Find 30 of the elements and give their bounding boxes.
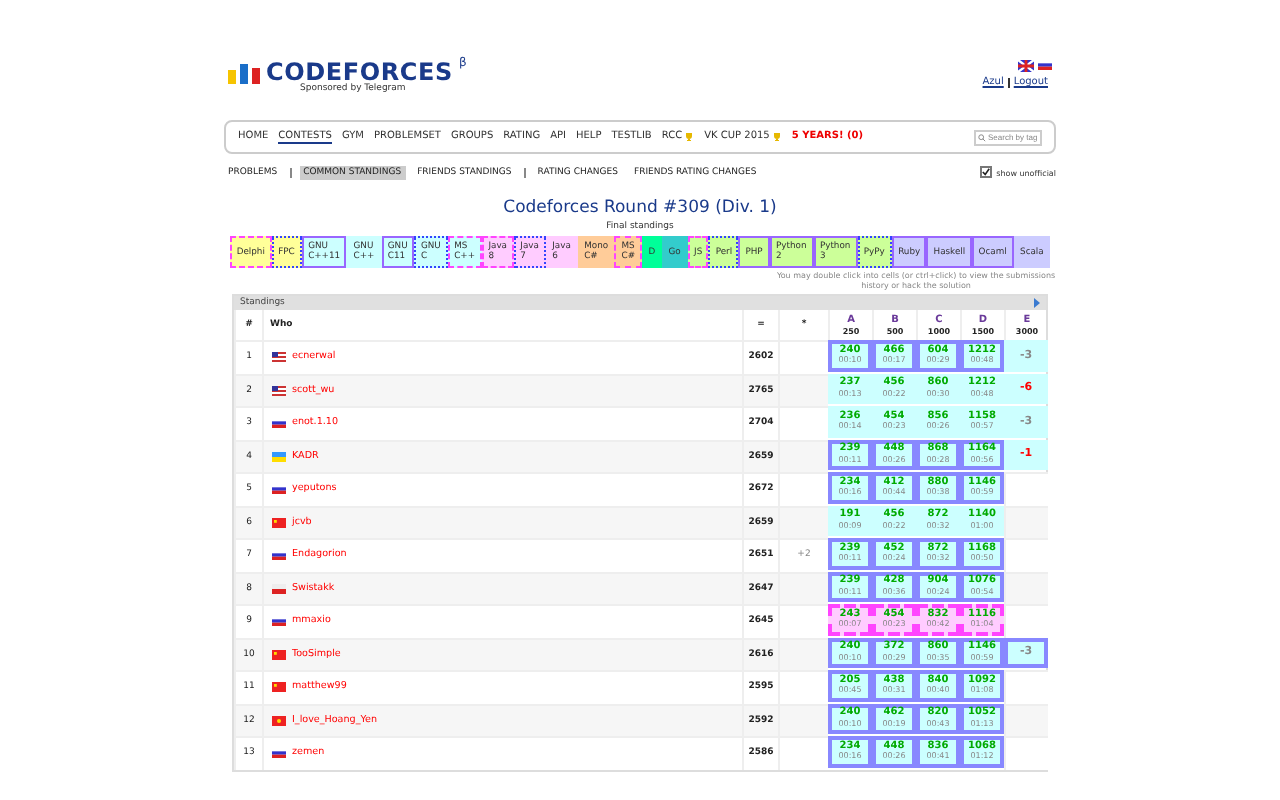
flag-icon[interactable] xyxy=(1018,60,1034,72)
table-cell xyxy=(1004,670,1048,704)
flag-icon xyxy=(1038,60,1052,70)
check-icon xyxy=(982,168,991,176)
search-icon xyxy=(978,133,986,141)
hacks-cell xyxy=(778,604,828,638)
trophy-icon xyxy=(771,131,782,141)
table-cell xyxy=(1004,736,1048,770)
arrow-icon[interactable] xyxy=(1034,298,1040,309)
table-cell xyxy=(1004,703,1048,737)
hacks-cell xyxy=(778,373,828,407)
hacks-cell xyxy=(778,670,828,704)
hacks-cell xyxy=(778,439,828,473)
hacks-cell xyxy=(778,571,828,605)
hacks-cell xyxy=(778,736,828,770)
trophy-icon xyxy=(684,131,695,141)
hacks-cell xyxy=(778,472,828,506)
hacks-cell xyxy=(778,406,828,440)
table-cell xyxy=(1004,571,1048,605)
logo-text: CODEFORCES xyxy=(266,60,453,84)
table-cell xyxy=(1004,538,1048,572)
contest-title: Codeforces Round #309 (Div. 1) xyxy=(501,198,779,218)
hacks-cell xyxy=(778,637,828,671)
table-cell xyxy=(1004,472,1048,506)
hacks-cell xyxy=(778,340,828,374)
table-cell xyxy=(1004,505,1048,539)
logo-icon xyxy=(228,60,260,84)
table-cell xyxy=(1004,604,1048,638)
hacks-cell xyxy=(778,703,828,737)
hacks-cell xyxy=(778,505,828,539)
